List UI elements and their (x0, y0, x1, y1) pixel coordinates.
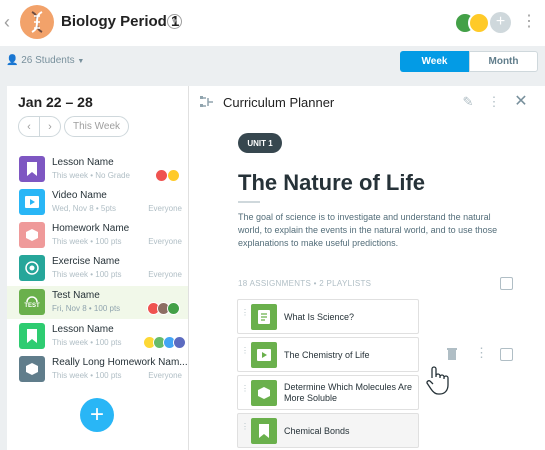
avatar (167, 302, 180, 315)
item-checkbox[interactable] (500, 348, 513, 361)
item-name: Exercise Name (52, 256, 120, 267)
list-item[interactable]: Video Name Wed, Nov 8 • 5pts Everyone (7, 186, 188, 219)
list-item[interactable]: Homework Name This week • 100 pts Everyo… (7, 219, 188, 252)
item-name: Really Long Homework Nam... (52, 357, 188, 368)
curriculum-card[interactable]: ⋮ What Is Science? (237, 299, 419, 334)
unit-title: The Nature of Life (238, 170, 426, 195)
item-audience: Everyone (148, 204, 182, 213)
test-badge: TEST (24, 302, 40, 309)
close-icon[interactable]: ✕ (514, 94, 528, 110)
item-name: Video Name (52, 190, 107, 201)
more-vertical-icon[interactable]: ⋮ (521, 12, 537, 32)
person-icon: 👤 (6, 55, 19, 66)
item-name: Lesson Name (52, 157, 114, 168)
curriculum-card[interactable]: ⋮ The Chemistry of Life (237, 337, 419, 372)
avatar (173, 336, 186, 349)
item-name: Lesson Name (52, 324, 114, 335)
list-item[interactable]: Exercise Name This week • 100 pts Everyo… (7, 252, 188, 285)
more-vertical-icon[interactable]: ⋮ (487, 94, 501, 110)
play-icon (251, 342, 277, 368)
homework-icon (251, 380, 277, 406)
list-item[interactable]: TEST Test Name Fri, Nov 8 • 100 pts (7, 286, 188, 319)
item-audience: Everyone (148, 371, 182, 380)
add-member-button[interactable]: + (490, 12, 511, 33)
curriculum-card[interactable]: ⋮ Chemical Bonds (237, 413, 419, 448)
planner-icon (199, 94, 215, 110)
homework-icon (19, 222, 45, 248)
item-name: Test Name (52, 290, 100, 301)
test-icon: TEST (19, 289, 45, 315)
back-chevron-icon[interactable]: ‹ (4, 12, 16, 32)
edit-pencil-icon[interactable]: ✎ (461, 94, 475, 110)
item-meta: This week • 100 pts (52, 338, 122, 347)
avatar[interactable] (468, 12, 490, 34)
chevron-right-icon: › (48, 120, 52, 133)
item-meta: This week • 100 pts (52, 371, 122, 380)
list-item[interactable]: Lesson Name This week • No Grade (7, 153, 188, 186)
item-meta: Fri, Nov 8 • 100 pts (52, 304, 121, 313)
item-meta: Wed, Nov 8 • 5pts (52, 204, 117, 213)
date-range: Jan 22 – 28 (18, 94, 93, 110)
card-title: Determine Which Molecules Are More Solub… (284, 382, 413, 403)
chevron-down-icon: ▼ (77, 58, 85, 65)
class-dropdown-chevron-icon[interactable]: ▼ (167, 14, 182, 29)
drag-handle-icon[interactable]: ⋮ (241, 347, 249, 362)
class-name[interactable]: Biology Period 1 (61, 13, 179, 30)
select-all-checkbox[interactable] (500, 277, 513, 290)
tab-month[interactable]: Month (469, 51, 538, 72)
card-title: Chemical Bonds (284, 426, 350, 436)
assignment-count: 18 ASSIGNMENTS • 2 PLAYLISTS (238, 279, 372, 288)
document-icon (251, 304, 277, 330)
bookmark-icon (251, 418, 277, 444)
curriculum-card[interactable]: ⋮ Determine Which Molecules Are More Sol… (237, 375, 419, 410)
prev-week-button[interactable]: ‹ (18, 116, 40, 137)
more-vertical-icon[interactable]: ⋮ (475, 346, 488, 360)
list-item[interactable]: Really Long Homework Nam... This week • … (7, 353, 188, 386)
drag-handle-icon[interactable]: ⋮ (241, 423, 249, 438)
tab-week[interactable]: Week (400, 51, 469, 72)
item-name: Homework Name (52, 223, 130, 234)
trash-icon[interactable] (446, 347, 458, 361)
plus-icon: + (89, 401, 104, 428)
planner-title: Curriculum Planner (223, 95, 335, 110)
item-meta: This week • 100 pts (52, 237, 122, 246)
card-title: What Is Science? (284, 312, 355, 322)
card-title: The Chemistry of Life (284, 350, 370, 360)
item-meta: This week • No Grade (52, 171, 130, 180)
chevron-left-icon: ‹ (27, 120, 31, 133)
bookmark-icon (19, 323, 45, 349)
students-count: 26 Students (21, 55, 75, 66)
item-audience: Everyone (148, 270, 182, 279)
unit-badge: UNIT 1 (238, 133, 282, 153)
avatar (167, 169, 180, 182)
class-dna-icon (20, 5, 54, 39)
divider (238, 201, 260, 203)
drag-handle-icon[interactable]: ⋮ (241, 309, 249, 324)
homework-icon (19, 356, 45, 382)
this-week-button[interactable]: This Week (64, 116, 129, 137)
bookmark-icon (19, 156, 45, 182)
add-assignment-button[interactable]: + (80, 398, 114, 432)
target-icon (19, 255, 45, 281)
list-item[interactable]: Lesson Name This week • 100 pts (7, 320, 188, 353)
item-meta: This week • 100 pts (52, 270, 122, 279)
item-audience: Everyone (148, 237, 182, 246)
play-icon (19, 189, 45, 215)
drag-handle-icon[interactable]: ⋮ (241, 385, 249, 400)
next-week-button[interactable]: › (39, 116, 61, 137)
unit-description: The goal of science is to investigate an… (238, 212, 498, 248)
students-dropdown[interactable]: 👤 26 Students ▼ (6, 55, 84, 66)
hand-cursor-icon (424, 364, 454, 396)
